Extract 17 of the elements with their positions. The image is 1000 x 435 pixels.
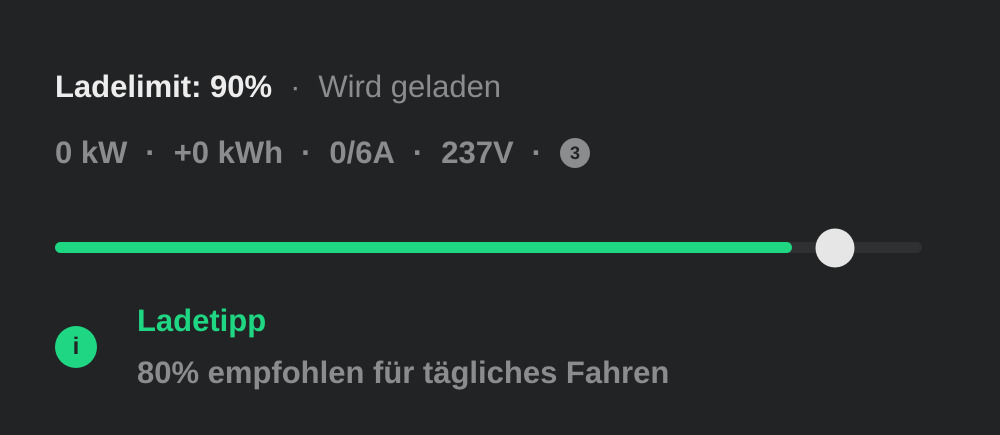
separator-dot: · [301, 135, 312, 171]
separator-dot: · [290, 69, 300, 105]
charging-status: Wird geladen [318, 69, 502, 105]
separator-dot: · [412, 135, 424, 171]
separator-dot: · [532, 135, 542, 171]
slider-thumb[interactable] [816, 228, 855, 267]
separator-dot: · [145, 135, 156, 171]
tip-title: Ladetipp [137, 303, 268, 339]
charging-stat: 0 kW [55, 135, 128, 171]
charging-stat: +0 kWh [174, 135, 284, 171]
info-icon: i [55, 326, 97, 368]
charge-limit: Ladelimit: 90% [55, 69, 272, 105]
tip-text: 80% empfohlen für tägliches Fahren [137, 355, 670, 391]
phase-count-badge: 3 [560, 138, 590, 168]
charging-stat: 0/6A [329, 135, 395, 171]
charging-stat: 237V [441, 135, 514, 171]
charge-limit-slider[interactable] [55, 228, 922, 267]
